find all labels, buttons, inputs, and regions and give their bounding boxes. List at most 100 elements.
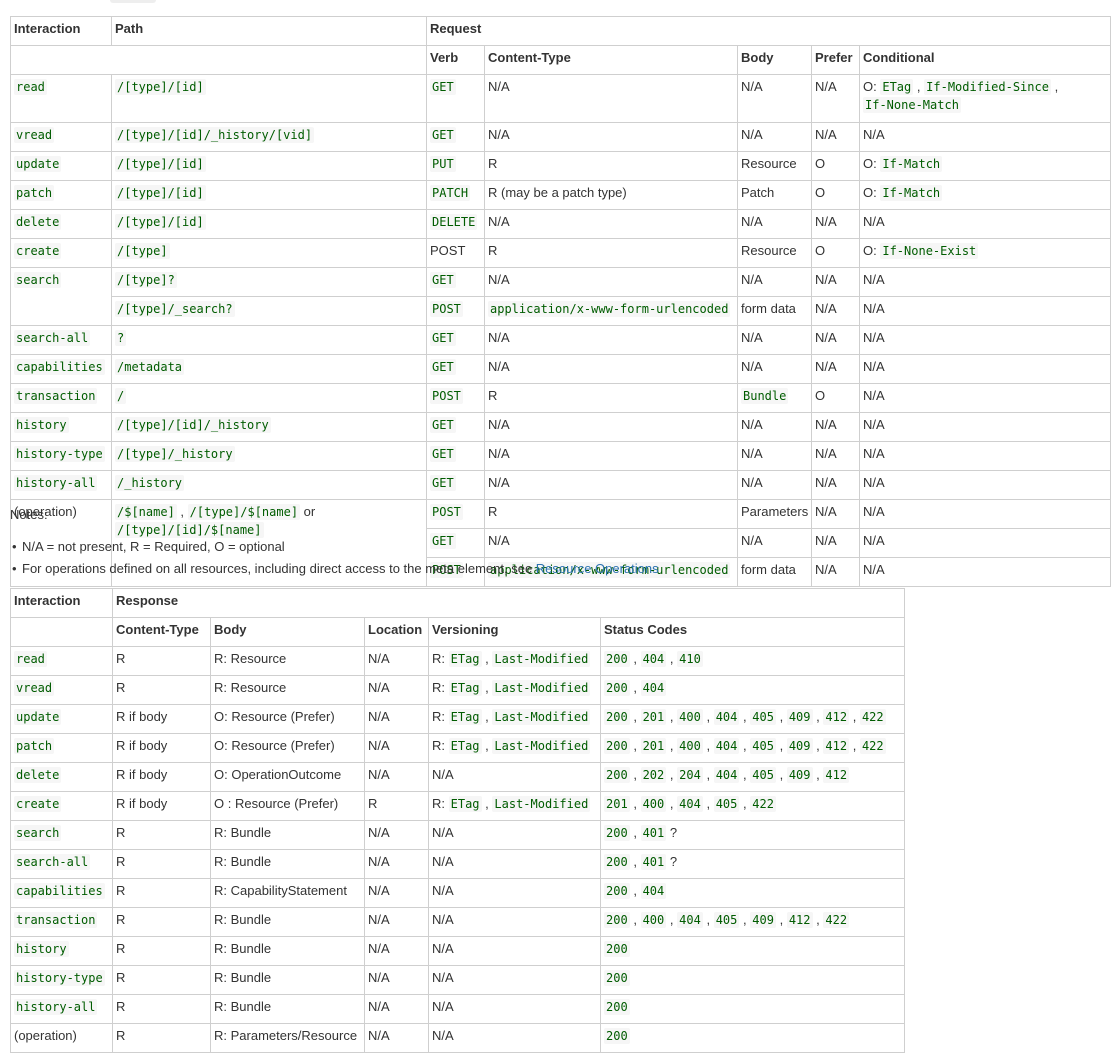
prefer-value: O: [815, 243, 826, 258]
verb-cell: PUT: [426, 151, 485, 181]
prefer-cell: N/A: [811, 209, 860, 239]
body-value: N/A: [741, 446, 763, 461]
verb-value: POST: [430, 504, 463, 520]
question-mark: ?: [669, 825, 678, 840]
status-codes-cell: 200 , 404: [600, 878, 905, 908]
prefer-value: N/A: [815, 417, 837, 432]
path-value: /[type]/[id]: [115, 79, 206, 95]
interaction-cell: search-all: [10, 325, 112, 355]
status-code: 202: [640, 767, 667, 783]
versioning-cell: R: ETag , Last-Modified: [428, 733, 601, 763]
body-value: R: Bundle: [214, 825, 272, 840]
conditional-value: N/A: [863, 330, 885, 345]
separator: ,: [485, 680, 489, 695]
status-codes-cell: 200 , 400 , 404 , 405 , 409 , 412 , 422: [600, 907, 905, 937]
path-value: /[type]/_history: [115, 446, 235, 462]
content-type-value: R: [116, 941, 126, 956]
status-code: 401: [640, 825, 667, 841]
content-type-cell: R if body: [112, 704, 211, 734]
path-value: /$[name]: [115, 504, 177, 520]
status-code: 405: [750, 738, 776, 754]
prefer-cell: O: [811, 180, 860, 210]
verb-cell: POST: [426, 499, 485, 529]
conditional-value: N/A: [863, 301, 885, 316]
body-cell: N/A: [737, 74, 812, 123]
verb-cell: GET: [426, 122, 485, 152]
body-cell: R: Bundle: [210, 965, 365, 995]
content-type-cell: R if body: [112, 791, 211, 821]
conditional-header: If-None-Exist: [880, 243, 979, 259]
path-value: /[type]/_search?: [115, 301, 235, 317]
body-cell: O : Resource (Prefer): [210, 791, 365, 821]
separator: ,: [779, 912, 784, 927]
content-type-value: R: [488, 156, 498, 171]
location-cell: N/A: [364, 936, 429, 966]
body-value: Patch: [741, 185, 775, 200]
verb-cell: GET: [426, 354, 485, 384]
path-cell: /_history: [111, 470, 427, 500]
content-type-cell: R: [112, 936, 211, 966]
conditional-value: N/A: [863, 417, 885, 432]
content-type-value: R: [116, 825, 126, 840]
versioning-cell: N/A: [428, 762, 601, 792]
question-mark: ?: [669, 854, 678, 869]
location-value: N/A: [368, 999, 390, 1014]
path-cell: /[type]/[id]: [111, 74, 427, 123]
versioning-value: N/A: [432, 970, 454, 985]
versioning-value: N/A: [432, 767, 454, 782]
status-code: 404: [640, 680, 667, 696]
prefer-value: N/A: [815, 330, 837, 345]
status-code: 200: [604, 651, 630, 667]
col-header-response: Response: [112, 588, 905, 618]
body-cell: Parameters: [737, 499, 812, 529]
content-type-cell: R: [112, 907, 211, 937]
conditional-cell: N/A: [858, 209, 1112, 239]
verb-value: POST: [430, 301, 463, 317]
versioning-header: Last-Modified: [492, 709, 591, 725]
response-row-history: history R R: Bundle N/A N/A 200: [10, 936, 905, 966]
versioning-value: N/A: [432, 854, 454, 869]
body-cell: R: Resource: [210, 646, 365, 676]
body-value: O: Resource (Prefer): [214, 709, 335, 724]
path-cell: /[type]/[id]/_history: [111, 412, 427, 442]
body-value: R: CapabilityStatement: [214, 883, 347, 898]
separator: ,: [779, 709, 784, 724]
request-row-read: read /[type]/[id] GET N/A N/A N/A O: ETag , If…: [10, 74, 1112, 123]
body-cell: R: Bundle: [210, 936, 365, 966]
prefer-cell: O: [811, 383, 860, 413]
content-type-cell: R if body: [112, 762, 211, 792]
location-cell: N/A: [364, 849, 429, 879]
conditional-prefix: O:: [863, 243, 877, 258]
status-code: 404: [677, 796, 703, 812]
status-code: 200: [604, 854, 630, 870]
verb-value: GET: [430, 127, 456, 143]
versioning-prefix: R:: [432, 680, 445, 695]
or-text: or: [303, 504, 316, 519]
verb-value: GET: [430, 359, 456, 375]
verb-value: PUT: [430, 156, 456, 172]
body-cell: R: Bundle: [210, 849, 365, 879]
separator: ,: [852, 709, 857, 724]
body-cell: N/A: [737, 122, 812, 152]
content-type-value: R (may be a patch type): [488, 185, 627, 200]
body-cell: R: Bundle: [210, 907, 365, 937]
resource-operations-link[interactable]: Resource Operations: [536, 561, 659, 576]
body-cell: O: OperationOutcome: [210, 762, 365, 792]
status-code: 201: [604, 796, 630, 812]
status-codes-cell: 200 , 201 , 400 , 404 , 405 , 409 , 412 …: [600, 704, 905, 734]
conditional-cell: O: If-Match: [858, 180, 1112, 210]
prefer-value: N/A: [815, 79, 837, 94]
path-cell: /[type]/[id]/_history/[vid]: [111, 122, 427, 152]
versioning-cell: R: ETag , Last-Modified: [428, 704, 601, 734]
content-type-cell: R: [112, 994, 211, 1024]
path-value: /[type]/[id]: [115, 214, 206, 230]
interaction-cell: transaction: [10, 907, 113, 937]
interaction-name: vread: [14, 127, 55, 143]
status-codes-cell: 200: [600, 994, 905, 1024]
separator: ,: [633, 912, 637, 927]
content-type-value: R: [116, 912, 126, 927]
status-code: 422: [859, 709, 886, 725]
content-type-cell: application/x-www-form-urlencoded: [484, 296, 738, 326]
content-type-cell: N/A: [484, 354, 738, 384]
status-code: 422: [859, 738, 886, 754]
